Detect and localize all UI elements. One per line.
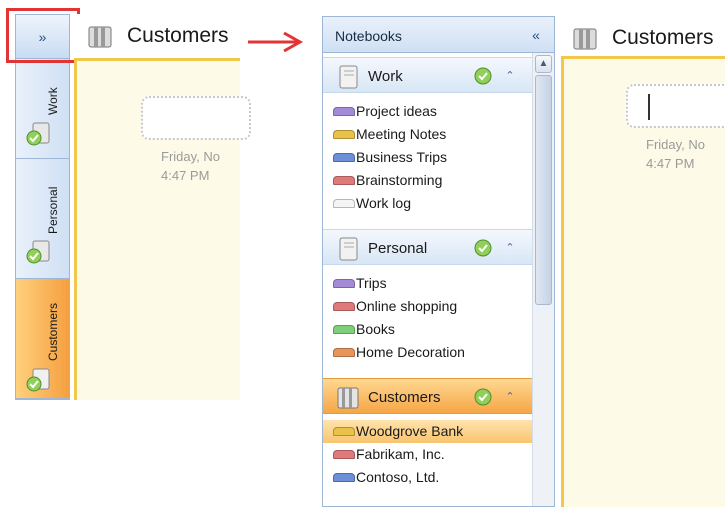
vertical-scrollbar[interactable]: ▲ (532, 53, 554, 506)
notebook-personal[interactable]: Personal ⌃ (323, 229, 532, 265)
section-label: Contoso, Ltd. (356, 469, 440, 485)
text-cursor (648, 94, 650, 120)
page-title: Customers (612, 26, 714, 49)
chevron-up-icon[interactable]: ⌃ (503, 66, 517, 86)
notebook-name: Personal (368, 240, 428, 257)
section-tab-icon (333, 325, 355, 334)
collapsed-notebook-bar: » Work Personal Customers (15, 14, 70, 400)
notebook-icon (88, 26, 112, 48)
list-item[interactable]: Online shopping (323, 295, 532, 318)
page-time: 4:47 PM (161, 168, 210, 183)
list-item-selected[interactable]: Woodgrove Bank (323, 420, 532, 443)
section-tab-icon (333, 473, 355, 482)
page-canvas[interactable]: Friday, No 4:47 PM (74, 58, 251, 400)
section-tab-icon (333, 450, 355, 459)
page-date: Friday, No (161, 149, 220, 164)
notebook-navigation-pane: Notebooks « Work ⌃ Project ideas Meeting… (322, 16, 555, 507)
list-item[interactable]: Meeting Notes (323, 123, 532, 146)
expand-button-highlight (6, 8, 80, 63)
page-canvas[interactable]: Friday, No 4:47 PM (561, 56, 725, 507)
list-item[interactable]: Home Decoration (323, 341, 532, 364)
section-tab-icon (333, 348, 355, 357)
section-label: Meeting Notes (356, 126, 447, 142)
list-item[interactable]: Work log (323, 192, 532, 215)
scroll-up-button[interactable]: ▲ (535, 55, 552, 73)
notebook-sync-icon (26, 240, 50, 264)
page-title: Customers (127, 24, 229, 47)
list-item[interactable]: Trips (323, 272, 532, 295)
list-item[interactable]: Brainstorming (323, 169, 532, 192)
collapse-button[interactable]: « (526, 25, 546, 45)
section-tab-icon (333, 130, 355, 139)
list-item[interactable]: Books (323, 318, 532, 341)
notebook-icon (573, 28, 597, 50)
notebook-work[interactable]: Work ⌃ (323, 57, 532, 93)
chevron-up-icon[interactable]: ⌃ (503, 238, 517, 258)
notebook-customers[interactable]: Customers ⌃ (323, 378, 532, 414)
notebook-name: Work (368, 68, 403, 85)
list-item[interactable]: Project ideas (323, 100, 532, 123)
notebooks-title: Notebooks (335, 28, 402, 44)
notebook-icon (337, 387, 359, 409)
title-input[interactable] (141, 96, 251, 140)
section-label: Books (356, 321, 395, 337)
scroll-thumb[interactable] (535, 75, 552, 305)
section-label: Home Decoration (356, 344, 465, 360)
section-tab-icon (333, 153, 355, 162)
vtab-label: Work (46, 87, 60, 115)
page-title-bar: Customers (555, 16, 725, 56)
section-label: Woodgrove Bank (356, 423, 464, 439)
vtab-label: Customers (46, 302, 60, 361)
section-tab-icon (333, 302, 355, 311)
section-label: Brainstorming (356, 172, 443, 188)
notebooks-header: Notebooks « (323, 17, 554, 53)
notebook-icon (339, 237, 358, 261)
vtab-personal[interactable]: Personal (16, 159, 69, 279)
page-title-bar: Customers (70, 14, 240, 58)
section-tab-icon (333, 279, 355, 288)
section-label: Trips (356, 275, 387, 291)
notebook-name: Customers (368, 389, 441, 406)
collapsed-page-panel: Customers Friday, No 4:47 PM (70, 14, 251, 400)
vtab-customers[interactable]: Customers (16, 279, 69, 399)
chevron-up-icon[interactable]: ⌃ (503, 387, 517, 407)
sync-icon[interactable] (473, 66, 493, 86)
notebook-icon (339, 65, 358, 89)
section-tab-icon (333, 107, 355, 116)
section-tab-icon (333, 199, 355, 208)
vtab-work[interactable]: Work (16, 59, 69, 159)
list-item[interactable]: Fabrikam, Inc. (323, 443, 532, 466)
section-label: Project ideas (356, 103, 437, 119)
notebook-sync-icon (26, 122, 50, 146)
page-date: Friday, No (646, 137, 705, 152)
list-item[interactable]: Contoso, Ltd. (323, 466, 532, 489)
section-tab-icon (333, 176, 355, 185)
expanded-page-panel: Customers Friday, No 4:47 PM (555, 16, 725, 507)
arrow-right-icon (248, 31, 304, 53)
section-tab-icon (333, 427, 355, 436)
sync-icon[interactable] (473, 387, 493, 407)
title-input[interactable] (626, 84, 725, 128)
sync-icon[interactable] (473, 238, 493, 258)
page-time: 4:47 PM (646, 156, 695, 171)
section-label: Work log (356, 195, 411, 211)
section-label: Business Trips (356, 149, 448, 165)
section-label: Fabrikam, Inc. (356, 446, 445, 462)
section-label: Online shopping (356, 298, 458, 314)
notebook-sync-icon (26, 368, 50, 392)
vtab-label: Personal (46, 186, 60, 234)
list-item[interactable]: Business Trips (323, 146, 532, 169)
